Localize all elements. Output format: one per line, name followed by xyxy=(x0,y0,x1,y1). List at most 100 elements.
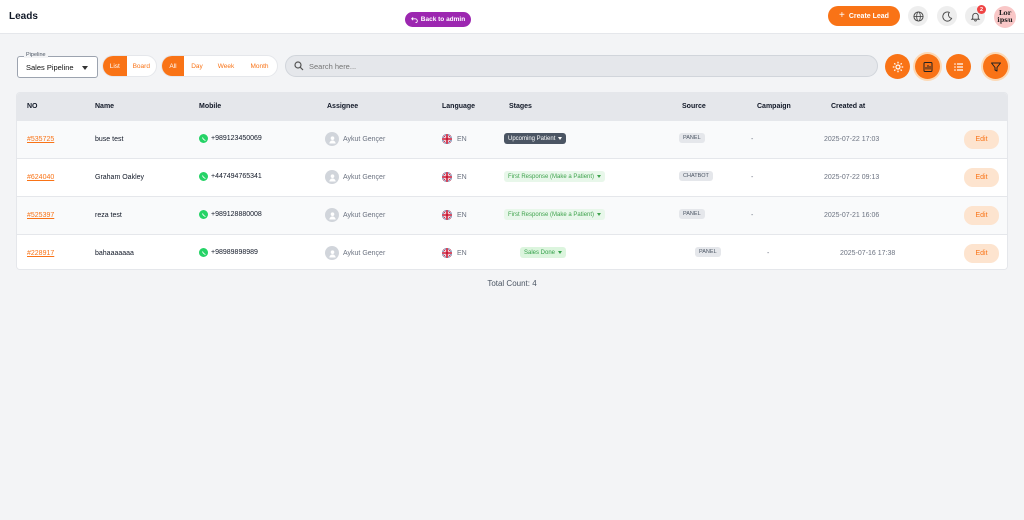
view-board-button[interactable]: Board xyxy=(127,56,156,76)
notifications-button[interactable]: 2 xyxy=(965,5,986,26)
uk-flag-icon xyxy=(442,134,452,144)
lead-number-link[interactable]: #525397 xyxy=(27,212,54,219)
period-day-button[interactable]: Day xyxy=(184,56,210,76)
source-badge: CHATBOT xyxy=(679,171,713,181)
lead-mobile[interactable]: +989128880008 xyxy=(199,210,262,219)
period-month-button[interactable]: Month xyxy=(242,56,277,76)
filter-icon xyxy=(990,62,1001,71)
table-row[interactable]: #525397 reza test +989128880008 Aykut Ge… xyxy=(17,196,1007,234)
table-row[interactable]: #624040 Graham Oakley +447494765341 Ayku… xyxy=(17,158,1007,196)
column-header-language[interactable]: Language xyxy=(442,103,475,110)
page-title: Leads xyxy=(9,11,38,22)
search-icon xyxy=(294,61,304,71)
lead-assignee: Aykut Gençer xyxy=(325,170,385,184)
edit-button[interactable]: Edit xyxy=(964,130,999,149)
lead-created-at: 2025-07-22 17:03 xyxy=(824,136,880,143)
column-header-no[interactable]: NO xyxy=(27,103,38,110)
stage-dropdown[interactable]: Sales Done xyxy=(520,247,567,258)
lead-name: Graham Oakley xyxy=(95,174,145,181)
whatsapp-icon xyxy=(199,134,208,143)
create-lead-button[interactable]: + Create Lead xyxy=(828,6,900,26)
language-code: EN xyxy=(457,173,467,181)
notification-badge: 2 xyxy=(977,5,986,14)
caret-down-icon xyxy=(558,137,563,140)
view-list-button[interactable]: List xyxy=(103,56,127,76)
table-row[interactable]: #535725 buse test +989123450069 Aykut Ge… xyxy=(17,120,1007,158)
avatar-text: Lor ipsu xyxy=(997,9,1013,24)
stage-dropdown[interactable]: First Response (Make a Patient) xyxy=(504,171,606,182)
gear-icon xyxy=(892,61,903,72)
user-avatar[interactable]: Lor ipsu xyxy=(994,6,1016,28)
lead-campaign: - xyxy=(751,136,754,143)
column-header-mobile[interactable]: Mobile xyxy=(199,103,221,110)
list-settings-icon xyxy=(953,62,963,71)
search-input[interactable] xyxy=(309,61,849,71)
user-icon xyxy=(325,132,339,146)
uk-flag-icon xyxy=(442,248,452,258)
stage-label: Sales Done xyxy=(524,249,556,256)
whatsapp-icon xyxy=(199,248,208,257)
assignee-name: Aykut Gençer xyxy=(343,211,386,219)
assignee-name: Aykut Gençer xyxy=(343,135,386,143)
period-all-button[interactable]: All xyxy=(162,56,184,76)
back-to-admin-button[interactable]: Back to admin xyxy=(405,12,471,27)
lead-created-at: 2025-07-21 16:06 xyxy=(824,212,880,219)
uk-flag-icon xyxy=(442,172,452,182)
column-header-created-at[interactable]: Created at xyxy=(831,103,865,110)
column-header-stages[interactable]: Stages xyxy=(509,103,532,110)
lead-number-link[interactable]: #228917 xyxy=(27,250,54,257)
caret-down-icon xyxy=(558,251,563,254)
column-header-name[interactable]: Name xyxy=(95,103,114,110)
plus-icon: + xyxy=(839,10,845,21)
lead-mobile[interactable]: +447494765341 xyxy=(199,172,262,181)
user-icon xyxy=(325,208,339,222)
stage-dropdown[interactable]: First Response (Make a Patient) xyxy=(504,209,606,220)
stage-label: First Response (Make a Patient) xyxy=(508,211,595,218)
source-badge: PANEL xyxy=(695,247,721,257)
lead-created-at: 2025-07-22 09:13 xyxy=(824,174,880,181)
edit-button[interactable]: Edit xyxy=(964,244,999,263)
period-filter: All Day Week Month xyxy=(161,55,278,77)
caret-down-icon xyxy=(82,66,88,70)
lead-assignee: Aykut Gençer xyxy=(325,208,385,222)
mobile-number: +447494765341 xyxy=(211,173,262,180)
pipeline-select[interactable]: Pipeline Sales Pipeline xyxy=(17,52,98,78)
source-badge: PANEL xyxy=(679,209,705,219)
lead-campaign: - xyxy=(751,174,754,181)
total-count: Total Count: 4 xyxy=(487,279,537,288)
filter-button[interactable] xyxy=(983,54,1008,79)
theme-toggle-button[interactable] xyxy=(937,6,957,26)
moon-icon xyxy=(941,11,952,22)
language-code: EN xyxy=(457,135,467,143)
leads-table: NO Name Mobile Assignee Language Stages … xyxy=(16,92,1008,270)
mobile-number: +989128880008 xyxy=(211,211,262,218)
mobile-number: +989123450069 xyxy=(211,135,262,142)
lead-language: EN xyxy=(442,134,467,144)
lead-number-link[interactable]: #624040 xyxy=(27,174,54,181)
column-header-campaign[interactable]: Campaign xyxy=(757,103,791,110)
lead-created-at: 2025-07-16 17:38 xyxy=(840,250,896,257)
pipeline-label: Pipeline xyxy=(24,52,48,58)
edit-button[interactable]: Edit xyxy=(964,168,999,187)
lead-mobile[interactable]: +989123450069 xyxy=(199,134,262,143)
lead-number-link[interactable]: #535725 xyxy=(27,136,54,143)
language-button[interactable] xyxy=(908,6,928,26)
document-chart-icon xyxy=(923,61,932,72)
columns-button[interactable] xyxy=(946,54,971,79)
edit-button[interactable]: Edit xyxy=(964,206,999,225)
settings-button[interactable] xyxy=(885,54,910,79)
create-lead-label: Create Lead xyxy=(848,12,889,20)
report-button[interactable] xyxy=(915,54,940,79)
user-icon xyxy=(325,246,339,260)
back-arrow-icon xyxy=(410,17,418,23)
stage-dropdown[interactable]: Upcoming Patient xyxy=(504,133,567,144)
table-row[interactable]: #228917 bahaaaaaaa +98989898989 Aykut Ge… xyxy=(17,234,1007,269)
table-header: NO Name Mobile Assignee Language Stages … xyxy=(17,93,1007,120)
lead-campaign: - xyxy=(767,250,770,257)
lead-name: reza test xyxy=(95,212,122,219)
period-week-button[interactable]: Week xyxy=(210,56,242,76)
column-header-assignee[interactable]: Assignee xyxy=(327,103,358,110)
column-header-source[interactable]: Source xyxy=(682,103,706,110)
lead-mobile[interactable]: +98989898989 xyxy=(199,248,258,257)
back-to-admin-label: Back to admin xyxy=(420,16,466,23)
